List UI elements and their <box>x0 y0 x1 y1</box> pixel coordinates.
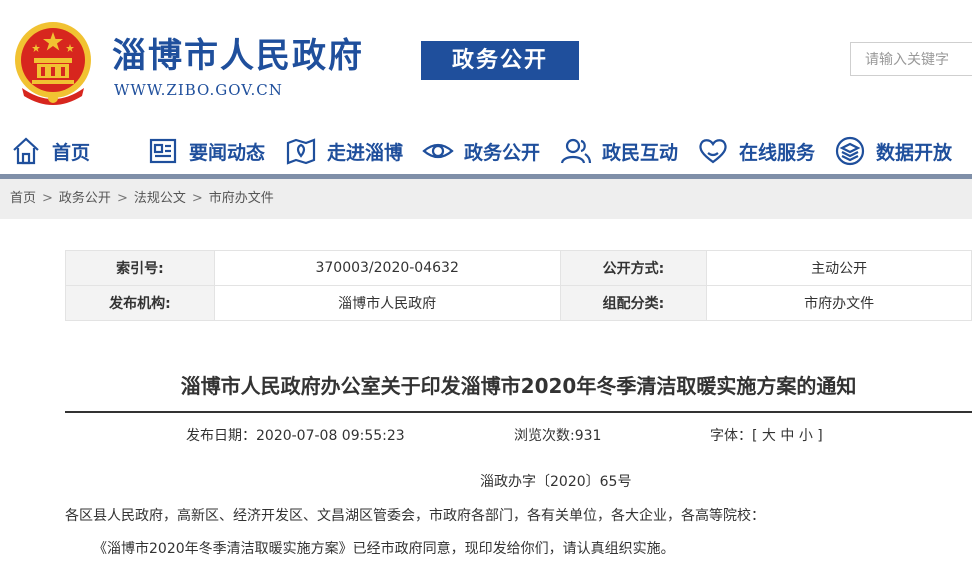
map-pin-icon <box>286 138 316 165</box>
home-icon <box>13 137 39 165</box>
nav-item-home[interactable]: 首页 <box>10 128 90 174</box>
breadcrumb-separator: > <box>116 191 128 206</box>
font-medium-button[interactable]: 中 <box>780 428 794 444</box>
recipients-paragraph: 各区县人民政府，高新区、经济开发区、文昌湖区管委会，市政府各部门，各有关单位，各… <box>65 508 765 524</box>
font-size-close-bracket: ] <box>817 428 823 444</box>
layers-icon <box>835 136 865 166</box>
view-count: 浏览次数:931 <box>514 428 602 444</box>
nav-label-about: 走进淄博 <box>327 141 404 164</box>
breadcrumb-separator: > <box>42 191 53 206</box>
heart-icon <box>699 139 727 164</box>
nav-label-news: 要闻动态 <box>189 141 266 164</box>
nav-item-interaction[interactable]: 政民互动 <box>560 128 678 174</box>
font-small-button[interactable]: 小 <box>799 428 813 444</box>
publish-date: 发布日期：2020-07-08 09:55:23 <box>186 428 405 444</box>
issuer-label: 发布机构: <box>65 285 215 321</box>
nav-label-services: 在线服务 <box>739 141 816 164</box>
body-paragraph: 《淄博市2020年冬季清洁取暖实施方案》已经市政府同意，现印发给你们，请认真组织… <box>93 541 675 557</box>
font-large-button[interactable]: 大 <box>762 428 776 444</box>
nav-label-gov-open: 政务公开 <box>464 141 541 164</box>
font-size-label: 字体：[ <box>710 428 758 444</box>
breadcrumb-current[interactable]: 市府办文件 <box>209 179 274 219</box>
nav-label-open-data: 数据开放 <box>876 141 953 164</box>
breadcrumb-gov-open[interactable]: 政务公开 <box>59 179 111 219</box>
table-row: 索引号: 370003/2020-04632 公开方式: 主动公开 <box>65 250 972 286</box>
category-value: 市府办文件 <box>706 285 972 321</box>
main-nav: 首页 要闻动态 走进淄博 政务公开 政民互动 在线服务 数据开放 <box>0 128 972 174</box>
publish-mode-value: 主动公开 <box>706 250 972 286</box>
issuer-value: 淄博市人民政府 <box>213 285 561 321</box>
article-title: 淄博市人民政府办公室关于印发淄博市2020年冬季清洁取暖实施方案的通知 <box>180 374 857 398</box>
publish-mode-label: 公开方式: <box>559 250 708 286</box>
font-size-control: 字体：[ 大 中 小 ] <box>710 425 823 445</box>
nav-label-home: 首页 <box>52 141 91 164</box>
search-input[interactable]: 请输入关键字 <box>850 42 972 76</box>
section-badge[interactable]: 政务公开 <box>421 41 579 80</box>
site-header: 淄博市人民政府 WWW.ZIBO.GOV.CN 政务公开 请输入关键字 <box>0 0 972 120</box>
document-meta-table: 索引号: 370003/2020-04632 公开方式: 主动公开 发布机构: … <box>65 250 972 321</box>
breadcrumb-home[interactable]: 首页 <box>10 179 36 219</box>
title-divider <box>65 411 972 413</box>
national-emblem-icon <box>15 22 91 105</box>
site-title: 淄博市人民政府 <box>112 36 364 76</box>
nav-item-about[interactable]: 走进淄博 <box>285 128 403 174</box>
nav-item-news[interactable]: 要闻动态 <box>147 128 265 174</box>
site-url: WWW.ZIBO.GOV.CN <box>114 81 283 99</box>
news-icon <box>149 138 177 164</box>
index-value: 370003/2020-04632 <box>213 250 561 286</box>
nav-item-gov-open[interactable]: 政务公开 <box>422 128 540 174</box>
people-icon <box>560 138 592 164</box>
breadcrumb: 首页 > 政务公开 > 法规公文 > 市府办文件 <box>0 179 972 219</box>
nav-item-services[interactable]: 在线服务 <box>697 128 815 174</box>
eye-icon <box>422 143 454 159</box>
document-number: 淄政办字〔2020〕65号 <box>480 474 632 490</box>
breadcrumb-separator: > <box>191 191 203 206</box>
index-label: 索引号: <box>65 250 215 286</box>
nav-item-open-data[interactable]: 数据开放 <box>834 128 952 174</box>
table-row: 发布机构: 淄博市人民政府 组配分类: 市府办文件 <box>65 285 972 321</box>
nav-label-interaction: 政民互动 <box>602 141 679 164</box>
category-label: 组配分类: <box>559 285 708 321</box>
breadcrumb-regulations[interactable]: 法规公文 <box>134 179 186 219</box>
